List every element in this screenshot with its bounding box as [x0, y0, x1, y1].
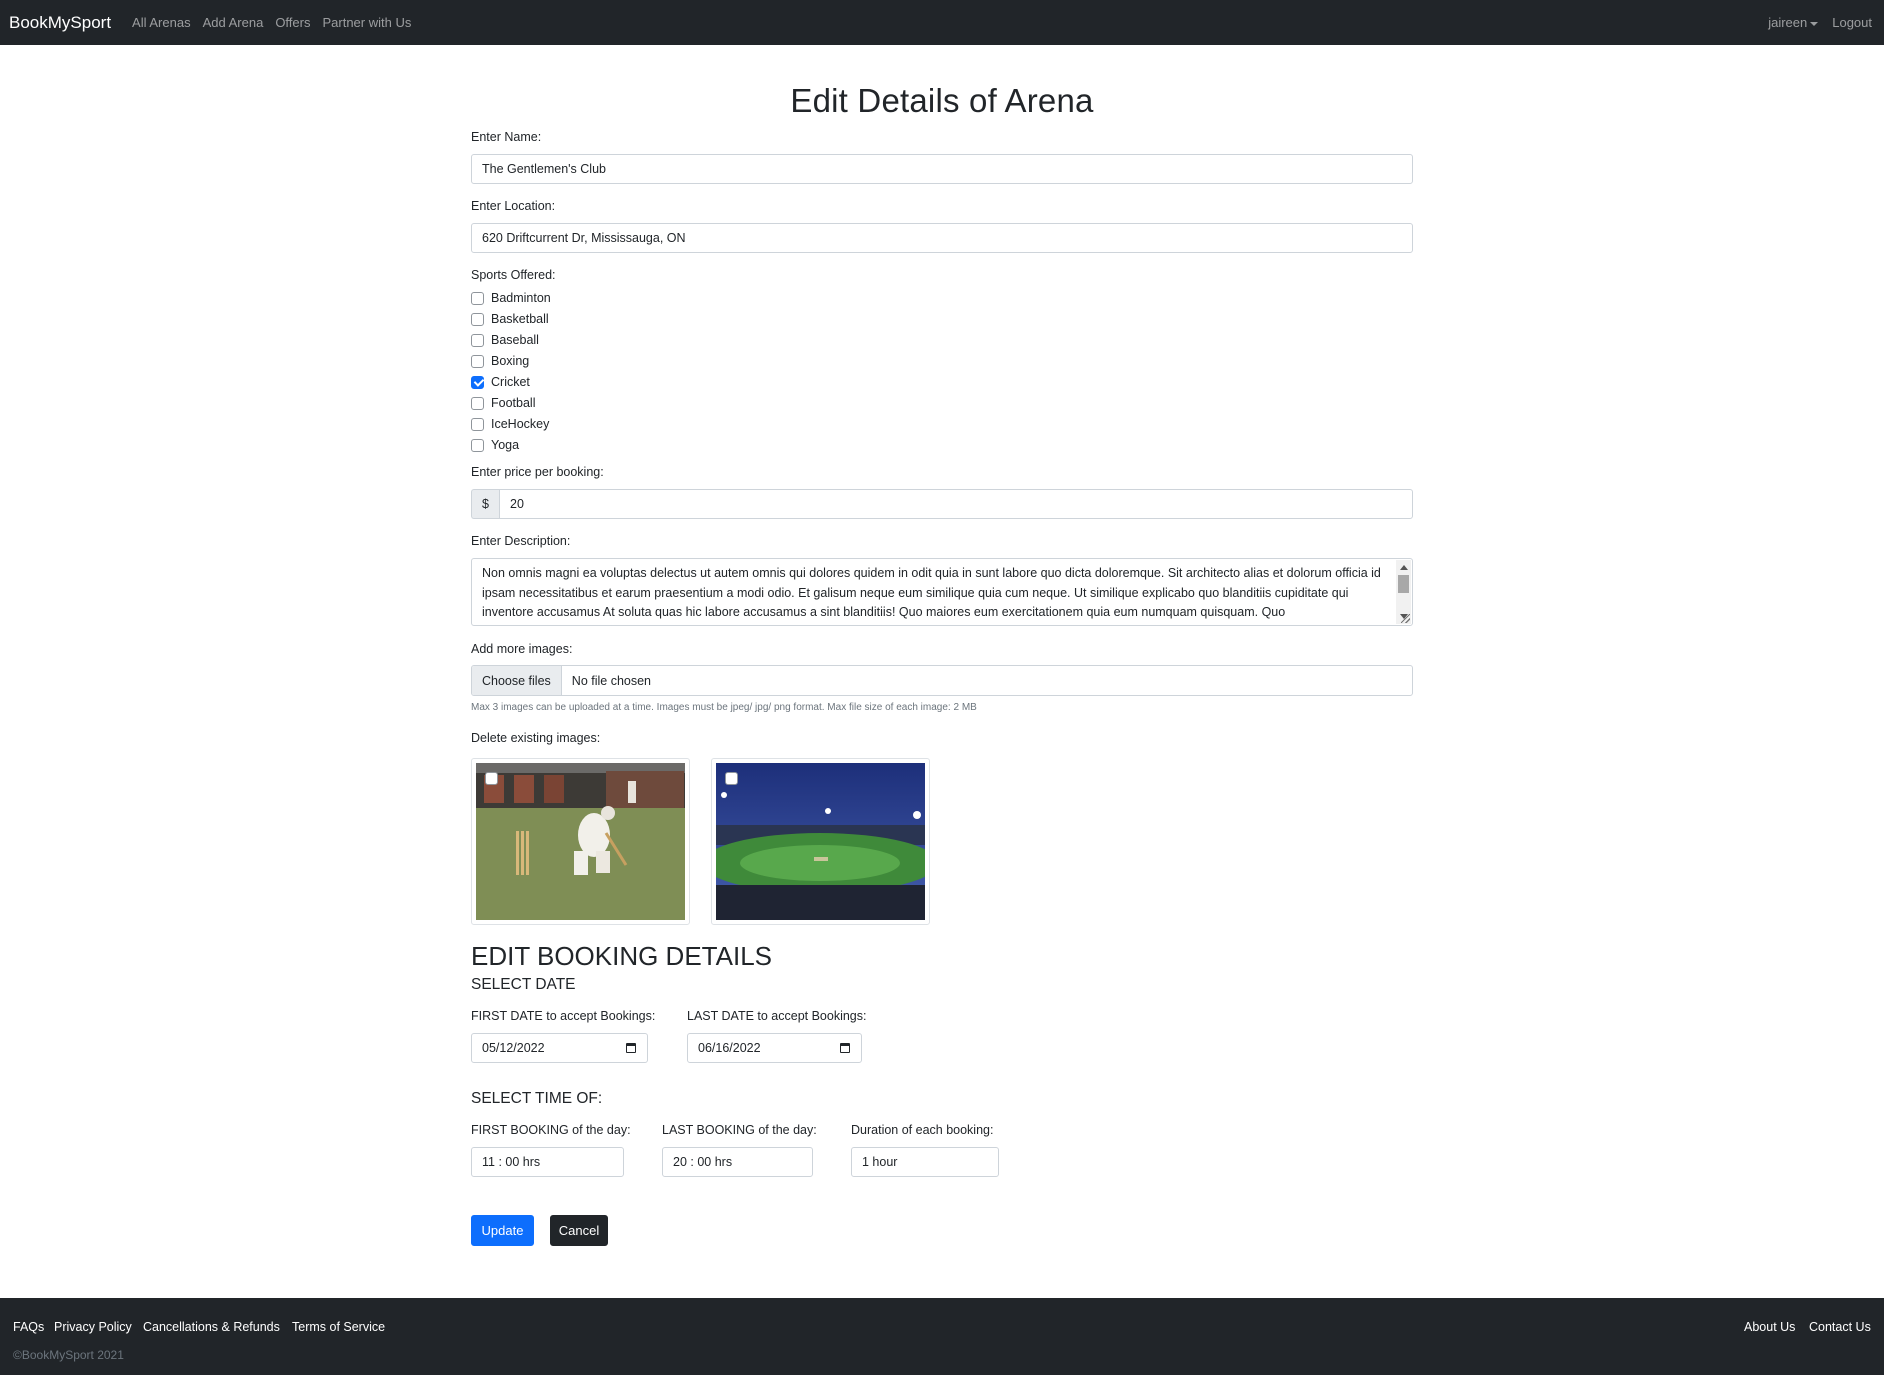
update-button[interactable]: Update: [471, 1215, 534, 1246]
last-date-value: 06/16/2022: [698, 1041, 761, 1055]
nav-link-offers[interactable]: Offers: [275, 15, 310, 30]
name-label: Enter Name:: [471, 130, 542, 144]
duration-input[interactable]: 1 hour: [851, 1147, 999, 1177]
logout-link[interactable]: Logout: [1832, 15, 1872, 30]
sport-label: Football: [491, 396, 536, 410]
existing-image-1: [471, 758, 690, 925]
location-label: Enter Location:: [471, 199, 556, 213]
sport-label: Baseball: [491, 333, 539, 347]
caret-down-icon: [1810, 21, 1819, 26]
last-booking-input[interactable]: 20 : 00 hrs: [662, 1147, 813, 1177]
cancel-button[interactable]: Cancel: [550, 1215, 608, 1246]
nav-link-all-arenas[interactable]: All Arenas: [132, 15, 191, 30]
sport-option-football[interactable]: Football: [471, 394, 535, 412]
sport-checkbox[interactable]: [471, 312, 484, 326]
footer-link-privacy[interactable]: Privacy Policy: [54, 1320, 132, 1334]
edit-booking-heading: EDIT BOOKING DETAILS: [471, 941, 772, 971]
first-booking-label: FIRST BOOKING of the day:: [471, 1123, 631, 1137]
delete-image-2-checkbox[interactable]: [725, 772, 738, 785]
top-navbar: BookMySport All Arenas Add Arena Offers …: [0, 0, 1884, 45]
last-booking-label: LAST BOOKING of the day:: [662, 1123, 817, 1137]
sports-label: Sports Offered:: [471, 268, 556, 282]
add-images-label: Add more images:: [471, 642, 573, 656]
delete-images-label: Delete existing images:: [471, 731, 601, 745]
select-date-heading: SELECT DATE: [471, 976, 576, 993]
sport-label: Yoga: [491, 438, 520, 452]
user-dropdown[interactable]: jaireen: [1768, 15, 1819, 30]
sport-label: IceHockey: [491, 417, 550, 431]
last-date-input[interactable]: 06/16/2022: [687, 1033, 862, 1063]
first-date-input[interactable]: 05/12/2022: [471, 1033, 648, 1063]
calendar-icon[interactable]: [840, 1043, 850, 1053]
footer-link-contact[interactable]: Contact Us: [1809, 1320, 1871, 1334]
images-help-text: Max 3 images can be uploaded at a time. …: [471, 702, 977, 713]
nav-link-add-arena[interactable]: Add Arena: [203, 15, 264, 30]
nav-left: BookMySport All Arenas Add Arena Offers …: [0, 13, 411, 33]
description-textarea[interactable]: Non omnis magni ea voluptas delectus ut …: [471, 558, 1413, 626]
sport-option-boxing[interactable]: Boxing: [471, 352, 529, 370]
sport-checkbox[interactable]: [471, 354, 484, 368]
file-input[interactable]: Choose files No file chosen: [471, 665, 1413, 696]
currency-addon: $: [471, 489, 499, 519]
user-name: jaireen: [1768, 15, 1808, 30]
sport-option-yoga[interactable]: Yoga: [471, 436, 519, 454]
duration-label: Duration of each booking:: [851, 1123, 994, 1137]
scroll-thumb[interactable]: [1398, 575, 1409, 593]
sport-option-icehockey[interactable]: IceHockey: [471, 415, 549, 433]
choose-files-button[interactable]: Choose files: [472, 666, 562, 695]
first-date-label: FIRST DATE to accept Bookings:: [471, 1009, 656, 1023]
sport-checkbox[interactable]: [471, 396, 484, 410]
site-footer: FAQs Privacy Policy Cancellations & Refu…: [0, 1298, 1884, 1375]
sport-label: Cricket: [491, 375, 530, 389]
scroll-up-arrow-icon[interactable]: [1400, 565, 1408, 570]
last-date-label: LAST DATE to accept Bookings:: [687, 1009, 867, 1023]
description-label: Enter Description:: [471, 534, 571, 548]
sport-option-cricket[interactable]: Cricket: [471, 373, 530, 391]
stadium-night-image: [716, 763, 925, 920]
sport-checkbox[interactable]: [471, 438, 484, 452]
resize-grip-icon[interactable]: [1401, 614, 1410, 623]
sport-checkbox[interactable]: [471, 333, 484, 347]
calendar-icon[interactable]: [626, 1043, 636, 1053]
cricket-batsman-image: [476, 763, 685, 920]
sport-checkbox[interactable]: [471, 417, 484, 431]
sport-label: Badminton: [491, 291, 551, 305]
price-input-group: $ 20: [471, 489, 1413, 519]
sport-option-basketball[interactable]: Basketball: [471, 310, 549, 328]
first-date-value: 05/12/2022: [482, 1041, 545, 1055]
sport-option-baseball[interactable]: Baseball: [471, 331, 539, 349]
select-time-heading: SELECT TIME OF:: [471, 1090, 603, 1107]
sport-label: Basketball: [491, 312, 549, 326]
nav-right: jaireen Logout: [1754, 0, 1872, 45]
first-booking-input[interactable]: 11 : 00 hrs: [471, 1147, 624, 1177]
footer-link-terms[interactable]: Terms of Service: [292, 1320, 385, 1334]
description-text: Non omnis magni ea voluptas delectus ut …: [482, 566, 1381, 619]
file-status: No file chosen: [571, 673, 652, 688]
brand-logo[interactable]: BookMySport: [9, 13, 111, 33]
footer-link-about[interactable]: About Us: [1744, 1320, 1795, 1334]
copyright-text: ©BookMySport 2021: [13, 1348, 124, 1362]
name-input[interactable]: The Gentlemen's Club: [471, 154, 1413, 184]
sport-label: Boxing: [491, 354, 530, 368]
price-label: Enter price per booking:: [471, 465, 604, 479]
footer-link-faqs[interactable]: FAQs: [13, 1320, 44, 1334]
sport-checkbox[interactable]: [471, 375, 484, 389]
existing-image-2: [711, 758, 930, 925]
page-title: Edit Details of Arena: [790, 82, 1094, 119]
delete-image-1-checkbox[interactable]: [485, 772, 498, 785]
price-input[interactable]: 20: [499, 489, 1413, 519]
location-input[interactable]: 620 Driftcurrent Dr, Mississauga, ON: [471, 223, 1413, 253]
footer-link-cancellations[interactable]: Cancellations & Refunds: [143, 1320, 280, 1334]
sport-checkbox[interactable]: [471, 291, 484, 305]
nav-link-partner[interactable]: Partner with Us: [322, 15, 411, 30]
sport-option-badminton[interactable]: Badminton: [471, 289, 551, 307]
